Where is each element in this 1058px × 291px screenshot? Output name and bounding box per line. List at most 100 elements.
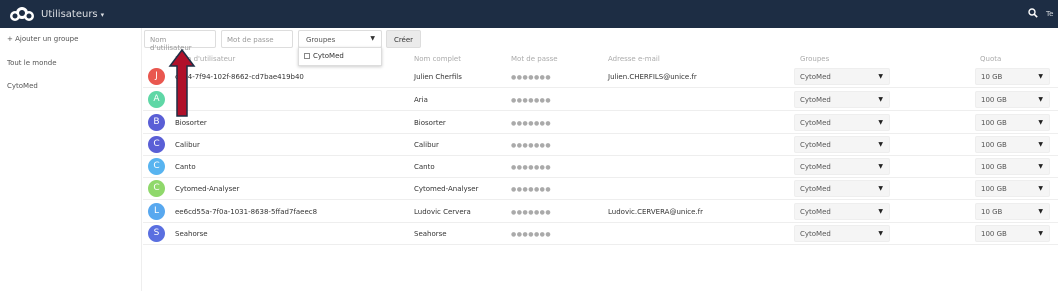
chevron-down-icon: ▾	[100, 11, 105, 19]
chevron-down-icon: ▼	[1038, 208, 1043, 215]
fullname-cell[interactable]: Calibur	[414, 141, 439, 149]
search-icon[interactable]	[1028, 8, 1038, 18]
quota-select-value: 100 GB	[981, 141, 1007, 149]
quota-select-value: 10 GB	[981, 73, 1003, 81]
chevron-down-icon: ▼	[878, 73, 883, 80]
password-cell[interactable]: ●●●●●●●	[511, 231, 551, 238]
sidebar-item-everyone[interactable]: Tout le monde	[7, 59, 57, 67]
quota-select[interactable]: 100 GB ▼	[975, 91, 1050, 108]
quota-select[interactable]: 100 GB ▼	[975, 114, 1050, 131]
password-cell[interactable]: ●●●●●●●	[511, 209, 551, 216]
group-checkbox[interactable]	[304, 53, 310, 59]
header-fullname[interactable]: Nom complet	[414, 55, 461, 63]
table-row[interactable]: A Aria ●●●●●●● CytoMed ▼ 100 GB ▼	[143, 89, 1058, 111]
group-select[interactable]: CytoMed ▼	[794, 203, 890, 220]
group-select[interactable]: CytoMed ▼	[794, 180, 890, 197]
fullname-cell[interactable]: Aria	[414, 96, 428, 104]
quota-select[interactable]: 100 GB ▼	[975, 225, 1050, 242]
password-cell[interactable]: ●●●●●●●	[511, 97, 551, 104]
table-row[interactable]: Jc6b4-7f94-102f-8662-cd7bae419b40 Julien …	[143, 66, 1058, 88]
username-cell: Calibur	[175, 141, 200, 149]
group-select[interactable]: CytoMed ▼	[794, 225, 890, 242]
chevron-down-icon: ▼	[878, 163, 883, 170]
chevron-down-icon: ▼	[1038, 96, 1043, 103]
email-cell[interactable]: Julien.CHERFILS@unice.fr	[608, 73, 697, 81]
fullname-cell[interactable]: Biosorter	[414, 119, 446, 127]
username-cell: Cytomed-Analyser	[175, 185, 240, 193]
chevron-down-icon: ▼	[1038, 230, 1043, 237]
quota-select[interactable]: 10 GB ▼	[975, 203, 1050, 220]
avatar: L	[148, 203, 165, 220]
groups-select[interactable]: Groupes ▼	[298, 30, 382, 48]
password-input[interactable]: Mot de passe	[221, 30, 293, 48]
quota-select[interactable]: 10 GB ▼	[975, 68, 1050, 85]
password-cell[interactable]: ●●●●●●●	[511, 164, 551, 171]
group-select-value: CytoMed	[800, 73, 831, 81]
group-select-value: CytoMed	[800, 208, 831, 216]
table-row[interactable]: B Biosorter Biosorter ●●●●●●● CytoMed ▼ 100 GB…	[143, 112, 1058, 134]
app-title-label: Utilisateurs	[41, 9, 98, 20]
sidebar: + Ajouter un groupe Tout le monde CytoMe…	[0, 28, 142, 291]
chevron-down-icon: ▼	[878, 208, 883, 215]
password-cell[interactable]: ●●●●●●●	[511, 74, 551, 81]
quota-select[interactable]: 100 GB ▼	[975, 180, 1050, 197]
table-row[interactable]: C Cytomed-Analyser Cytomed-Analyser ●●●●●●●…	[143, 178, 1058, 200]
group-select-value: CytoMed	[800, 163, 831, 171]
username-cell: ee6cd55a-7f0a-1031-8638-5ffad7faeec8	[175, 208, 318, 216]
chevron-down-icon: ▼	[878, 96, 883, 103]
email-cell[interactable]: Ludovic.CERVERA@unice.fr	[608, 208, 703, 216]
fullname-cell[interactable]: Julien Cherfils	[414, 73, 462, 81]
avatar: J	[148, 68, 165, 85]
quota-select[interactable]: 100 GB ▼	[975, 158, 1050, 175]
quota-select-value: 100 GB	[981, 163, 1007, 171]
quota-select-value: 10 GB	[981, 208, 1003, 216]
group-select[interactable]: CytoMed ▼	[794, 91, 890, 108]
chevron-down-icon: ▼	[878, 185, 883, 192]
group-select[interactable]: CytoMed ▼	[794, 136, 890, 153]
chevron-down-icon: ▼	[878, 230, 883, 237]
password-cell[interactable]: ●●●●●●●	[511, 142, 551, 149]
quota-select-value: 100 GB	[981, 96, 1007, 104]
header-quota: Quota	[980, 55, 1002, 63]
chevron-down-icon: ▼	[1038, 185, 1043, 192]
add-group-button[interactable]: + Ajouter un groupe	[7, 35, 78, 43]
table-row[interactable]: C Calibur Calibur ●●●●●●● CytoMed ▼ 100 GB ▼	[143, 134, 1058, 156]
fullname-cell[interactable]: Seahorse	[414, 230, 447, 238]
groups-dropdown: CytoMed	[298, 47, 382, 66]
header-groups: Groupes	[800, 55, 830, 63]
quota-select[interactable]: 100 GB ▼	[975, 136, 1050, 153]
table-row[interactable]: S Seahorse Seahorse ●●●●●●● CytoMed ▼ 100 GB ▼	[143, 223, 1058, 245]
chevron-down-icon: ▼	[1038, 163, 1043, 170]
app-menu-title[interactable]: Utilisateurs ▾	[41, 9, 104, 20]
group-select[interactable]: CytoMed ▼	[794, 68, 890, 85]
sidebar-item-cytomed[interactable]: CytoMed	[7, 82, 38, 90]
fullname-cell[interactable]: Cytomed-Analyser	[414, 185, 478, 193]
table-row[interactable]: C Canto Canto ●●●●●●● CytoMed ▼ 100 GB ▼	[143, 156, 1058, 178]
username-cell: Canto	[175, 163, 196, 171]
header-password: Mot de passe	[511, 55, 558, 63]
avatar: C	[148, 158, 165, 175]
password-cell[interactable]: ●●●●●●●	[511, 186, 551, 193]
chevron-down-icon: ▼	[1038, 73, 1043, 80]
avatar: S	[148, 225, 165, 242]
username-input[interactable]: Nom d'utilisateur	[144, 30, 216, 52]
table-row[interactable]: Lee6cd55a-7f0a-1031-8638-5ffad7faeec8 Lud…	[143, 201, 1058, 223]
quota-select-value: 100 GB	[981, 185, 1007, 193]
group-select[interactable]: CytoMed ▼	[794, 114, 890, 131]
cloud-logo-icon[interactable]	[7, 7, 37, 21]
annotation-arrow	[168, 48, 196, 117]
user-menu[interactable]: Te	[1046, 10, 1053, 18]
create-button[interactable]: Créer	[386, 30, 421, 48]
header-email[interactable]: Adresse e-mail	[608, 55, 660, 63]
avatar: C	[148, 136, 165, 153]
fullname-cell[interactable]: Canto	[414, 163, 435, 171]
group-select-value: CytoMed	[800, 96, 831, 104]
dropdown-option-label[interactable]: CytoMed	[313, 52, 344, 60]
username-cell: Biosorter	[175, 119, 207, 127]
fullname-cell[interactable]: Ludovic Cervera	[414, 208, 471, 216]
group-select-value: CytoMed	[800, 119, 831, 127]
password-cell[interactable]: ●●●●●●●	[511, 120, 551, 127]
group-select[interactable]: CytoMed ▼	[794, 158, 890, 175]
chevron-down-icon: ▼	[1038, 119, 1043, 126]
avatar: B	[148, 114, 165, 131]
